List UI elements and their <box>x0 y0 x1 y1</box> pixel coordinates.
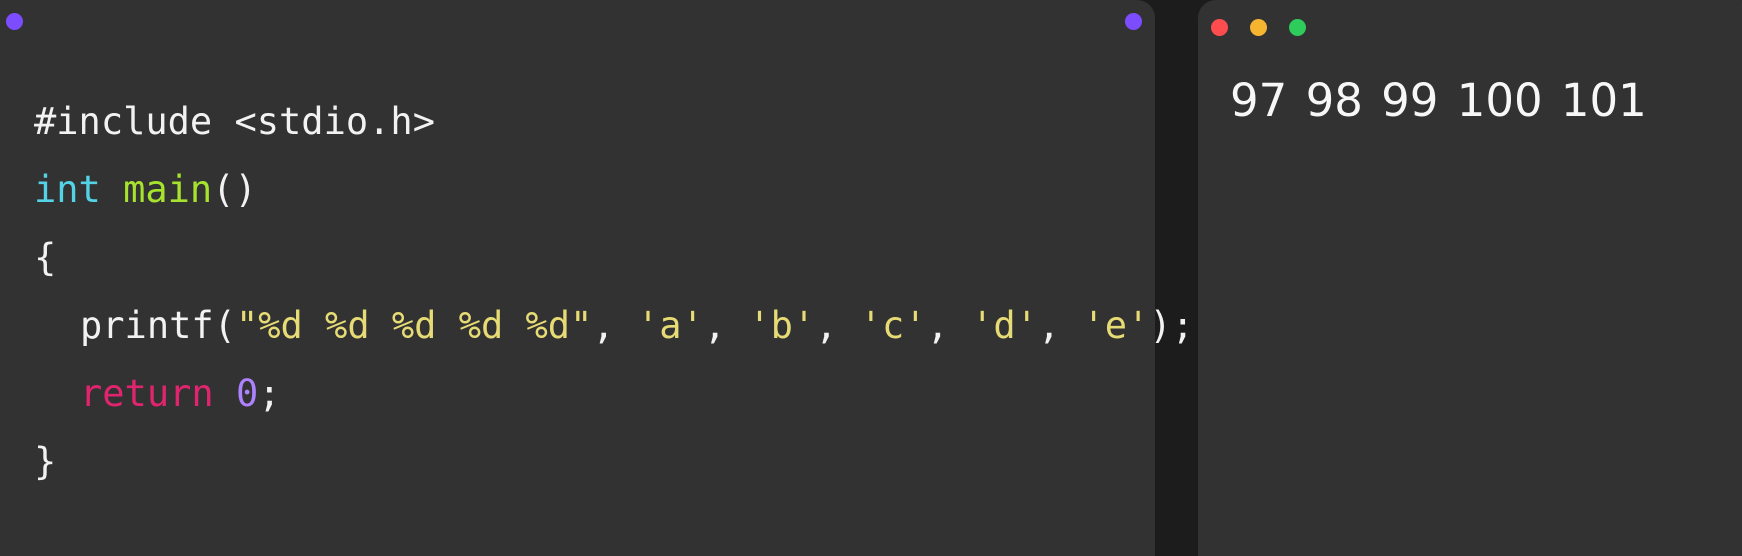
code-editor-panel <box>0 0 1155 556</box>
code-token: 'a' <box>636 304 704 347</box>
code-token: ); <box>1149 304 1194 347</box>
code-token: 'e' <box>1082 304 1150 347</box>
code-line: { <box>34 236 56 280</box>
code-token: , <box>815 304 860 347</box>
close-dot-icon[interactable] <box>1211 19 1228 36</box>
code-line: } <box>34 440 56 484</box>
code-token: , <box>1037 304 1083 347</box>
code-token: { <box>34 236 57 279</box>
code-token: 'b' <box>748 304 816 347</box>
minimize-dot-icon[interactable] <box>1250 19 1267 36</box>
code-token: "%d %d %d %d %d" <box>235 304 593 347</box>
code-line: int main() <box>34 168 257 212</box>
editor-dot-left-icon <box>6 13 23 30</box>
code-token: ; <box>258 372 281 415</box>
code-token: 'c' <box>859 304 927 347</box>
code-token: return <box>80 372 214 415</box>
maximize-dot-icon[interactable] <box>1289 19 1306 36</box>
code-token: 'd' <box>971 304 1038 347</box>
code-token: #include <stdio.h> <box>34 100 435 143</box>
code-token: printf( <box>80 304 236 347</box>
code-token: , <box>926 304 972 347</box>
program-output-text: 97 98 99 100 101 <box>1230 74 1647 127</box>
code-token: , <box>703 304 749 347</box>
code-line: #include <stdio.h> <box>34 100 435 144</box>
code-token: , <box>592 304 637 347</box>
editor-dot-right-icon <box>1125 13 1142 30</box>
code-token: () <box>212 168 257 211</box>
code-token: } <box>34 440 57 483</box>
code-line: return 0; <box>80 372 281 416</box>
code-token: main <box>123 168 213 211</box>
code-token: 0 <box>235 372 259 415</box>
code-line: printf("%d %d %d %d %d", 'a', 'b', 'c', … <box>80 304 1194 348</box>
code-token: int <box>34 168 101 211</box>
